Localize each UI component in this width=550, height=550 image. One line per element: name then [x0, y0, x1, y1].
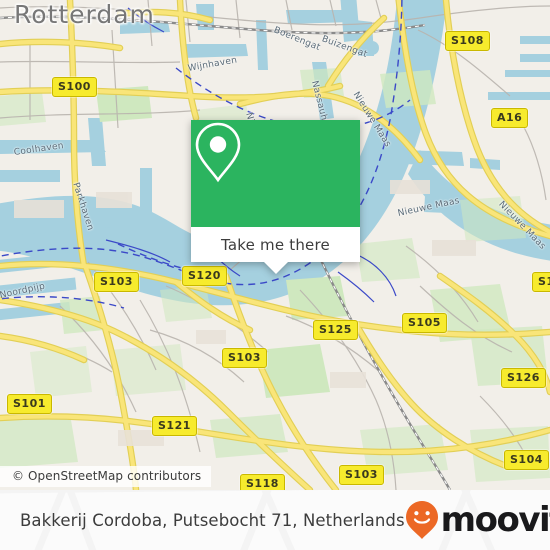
highway-shield: S103	[94, 272, 139, 292]
highway-shield: A16	[491, 108, 529, 128]
popup-action-area[interactable]: Take me there	[191, 227, 360, 262]
highway-shield: S126	[501, 368, 546, 388]
highway-shield: S121	[152, 416, 197, 436]
highway-shield: S120	[182, 266, 227, 286]
highway-shield: S104	[504, 450, 549, 470]
popup-action-label: Take me there	[221, 235, 330, 254]
moovit-brand[interactable]: moovit	[405, 500, 550, 540]
screenshot-root: Rotterdam Coolhaven Parkhaven Wijnhaven Boe…	[0, 0, 550, 550]
map-canvas[interactable]: Rotterdam Coolhaven Parkhaven Wijnhaven Boe…	[0, 0, 550, 490]
place-name-label: Bakkerij Cordoba, Putsebocht 71, Netherl…	[20, 510, 405, 530]
highway-shield: S108	[445, 31, 490, 51]
highway-shield: S12	[532, 272, 550, 292]
highway-shield: S103	[222, 348, 267, 368]
highway-shield: S118	[240, 474, 285, 490]
highway-shield: S105	[402, 313, 447, 333]
moovit-pin-smiley-icon	[405, 501, 438, 539]
osm-attribution[interactable]: © OpenStreetMap contributors	[0, 466, 212, 487]
take-me-there-popup[interactable]: Take me there	[191, 120, 360, 274]
highway-shield: S103	[339, 465, 384, 485]
highway-shield: S125	[313, 320, 358, 340]
moovit-wordmark: moovit	[440, 500, 550, 540]
map-pin-icon	[195, 122, 241, 183]
highway-shield: S100	[52, 77, 97, 97]
popup-tail	[263, 262, 288, 274]
popup-icon-area	[191, 120, 360, 227]
footer-bar: Bakkerij Cordoba, Putsebocht 71, Netherl…	[0, 490, 550, 550]
highway-shield: S101	[7, 394, 52, 414]
